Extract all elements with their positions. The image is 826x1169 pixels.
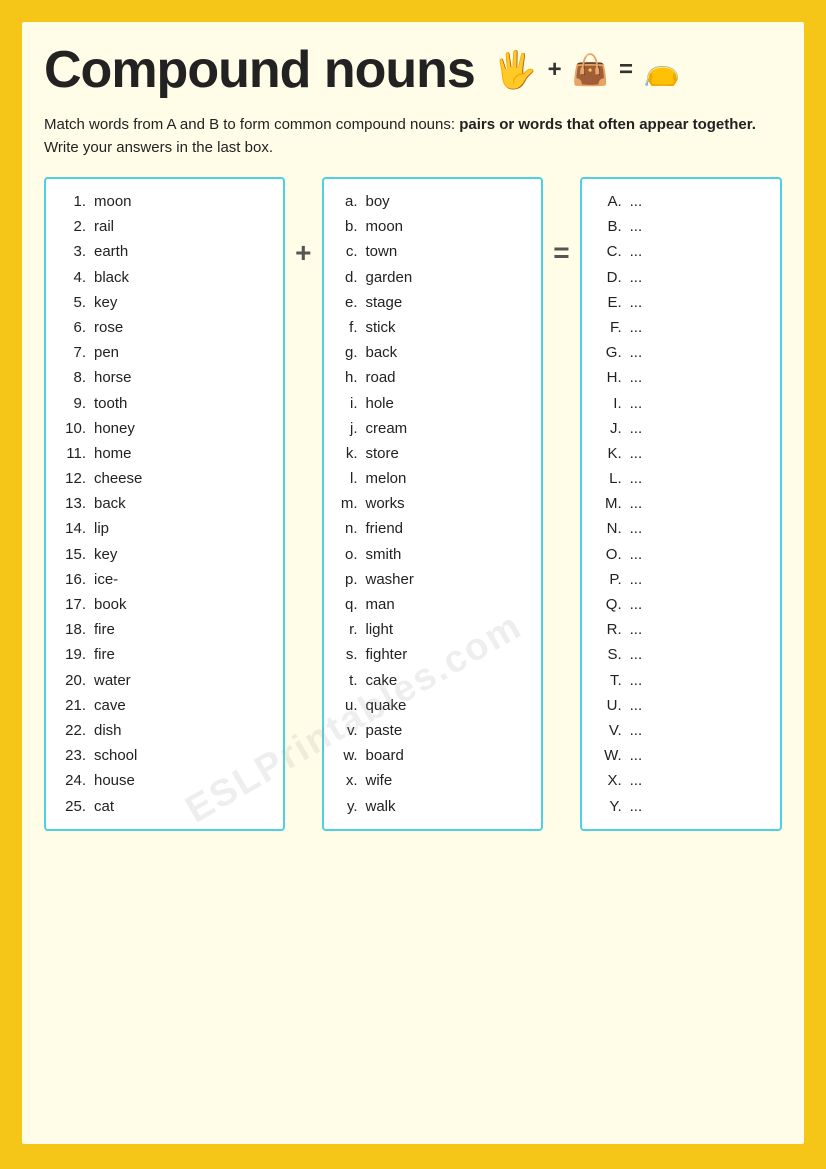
list-item-b: n.friend — [336, 516, 530, 541]
list-item-b: e.stage — [336, 290, 530, 315]
list-item-b: v.paste — [336, 718, 530, 743]
header-plus: + — [548, 56, 562, 84]
list-item-c: M.... — [594, 491, 768, 516]
list-item-c: A.... — [594, 189, 768, 214]
list-item-b: t.cake — [336, 668, 530, 693]
column-b-box: a.boyb.moonc.townd.gardene.stagef.stickg… — [322, 177, 544, 831]
list-item-a: 22.dish — [58, 718, 271, 743]
list-item-c: U.... — [594, 693, 768, 718]
list-item-c: F.... — [594, 315, 768, 340]
list-item-c: H.... — [594, 365, 768, 390]
list-item-b: x.wife — [336, 768, 530, 793]
list-item-c: T.... — [594, 668, 768, 693]
list-item-a: 21.cave — [58, 693, 271, 718]
list-item-c: K.... — [594, 441, 768, 466]
list-item-a: 16.ice- — [58, 567, 271, 592]
list-item-b: b.moon — [336, 214, 530, 239]
header-equals: = — [619, 56, 633, 84]
list-item-b: w.board — [336, 743, 530, 768]
list-item-b: g.back — [336, 340, 530, 365]
equals-operator: = — [553, 237, 569, 269]
plus-operator: + — [295, 237, 311, 269]
list-item-c: B.... — [594, 214, 768, 239]
list-item-b: l.melon — [336, 466, 530, 491]
handbag-icon: 👝 — [643, 53, 680, 88]
list-item-b: p.washer — [336, 567, 530, 592]
list-item-c: N.... — [594, 516, 768, 541]
list-item-a: 9.tooth — [58, 391, 271, 416]
column-c-box: A....B....C....D....E....F....G....H....… — [580, 177, 782, 831]
list-item-c: J.... — [594, 416, 768, 441]
list-item-b: j.cream — [336, 416, 530, 441]
list-item-a: 18.fire — [58, 617, 271, 642]
list-item-c: E.... — [594, 290, 768, 315]
page-title: Compound nouns — [44, 40, 475, 100]
list-item-a: 2.rail — [58, 214, 271, 239]
list-item-b: r.light — [336, 617, 530, 642]
list-item-a: 4.black — [58, 265, 271, 290]
list-item-c: R.... — [594, 617, 768, 642]
list-item-b: o.smith — [336, 542, 530, 567]
operator-equals-col: = — [553, 177, 569, 269]
instructions: Match words from A and B to form common … — [44, 114, 782, 159]
list-item-c: D.... — [594, 265, 768, 290]
list-item-a: 8.horse — [58, 365, 271, 390]
list-item-a: 12.cheese — [58, 466, 271, 491]
list-item-a: 1.moon — [58, 189, 271, 214]
list-item-b: s.fighter — [336, 642, 530, 667]
list-item-a: 7.pen — [58, 340, 271, 365]
list-item-a: 15.key — [58, 542, 271, 567]
list-item-b: c.town — [336, 239, 530, 264]
list-item-a: 13.back — [58, 491, 271, 516]
list-item-a: 17.book — [58, 592, 271, 617]
list-item-c: C.... — [594, 239, 768, 264]
list-item-b: d.garden — [336, 265, 530, 290]
list-item-b: h.road — [336, 365, 530, 390]
list-item-b: f.stick — [336, 315, 530, 340]
list-item-a: 6.rose — [58, 315, 271, 340]
list-item-c: S.... — [594, 642, 768, 667]
list-item-c: L.... — [594, 466, 768, 491]
operator-plus-col: + — [295, 177, 311, 269]
columns-container: 1.moon2.rail3.earth4.black5.key6.rose7.p… — [44, 177, 782, 831]
list-item-a: 20.water — [58, 668, 271, 693]
list-item-a: 3.earth — [58, 239, 271, 264]
list-item-c: W.... — [594, 743, 768, 768]
list-item-a: 14.lip — [58, 516, 271, 541]
list-item-c: Q.... — [594, 592, 768, 617]
list-item-b: a.boy — [336, 189, 530, 214]
list-item-b: i.hole — [336, 391, 530, 416]
list-item-c: P.... — [594, 567, 768, 592]
content-area: ESLPrintables.com 1.moon2.rail3.earth4.b… — [44, 177, 782, 831]
list-item-a: 19.fire — [58, 642, 271, 667]
list-item-b: y.walk — [336, 794, 530, 819]
list-item-a: 23.school — [58, 743, 271, 768]
list-item-b: q.man — [336, 592, 530, 617]
header-icons: 🖐️ + 👜 = 👝 — [493, 49, 681, 91]
hand-icon: 🖐️ — [493, 49, 538, 91]
header: Compound nouns 🖐️ + 👜 = 👝 — [44, 40, 782, 100]
list-item-a: 5.key — [58, 290, 271, 315]
list-item-c: Y.... — [594, 794, 768, 819]
list-item-c: X.... — [594, 768, 768, 793]
list-item-c: I.... — [594, 391, 768, 416]
list-item-a: 10.honey — [58, 416, 271, 441]
list-item-a: 11.home — [58, 441, 271, 466]
list-item-a: 25.cat — [58, 794, 271, 819]
list-item-b: k.store — [336, 441, 530, 466]
list-item-c: O.... — [594, 542, 768, 567]
bag-icon: 👜 — [572, 53, 609, 88]
list-item-c: V.... — [594, 718, 768, 743]
list-item-c: G.... — [594, 340, 768, 365]
list-item-b: m.works — [336, 491, 530, 516]
list-item-a: 24.house — [58, 768, 271, 793]
column-a-box: 1.moon2.rail3.earth4.black5.key6.rose7.p… — [44, 177, 285, 831]
list-item-b: u.quake — [336, 693, 530, 718]
